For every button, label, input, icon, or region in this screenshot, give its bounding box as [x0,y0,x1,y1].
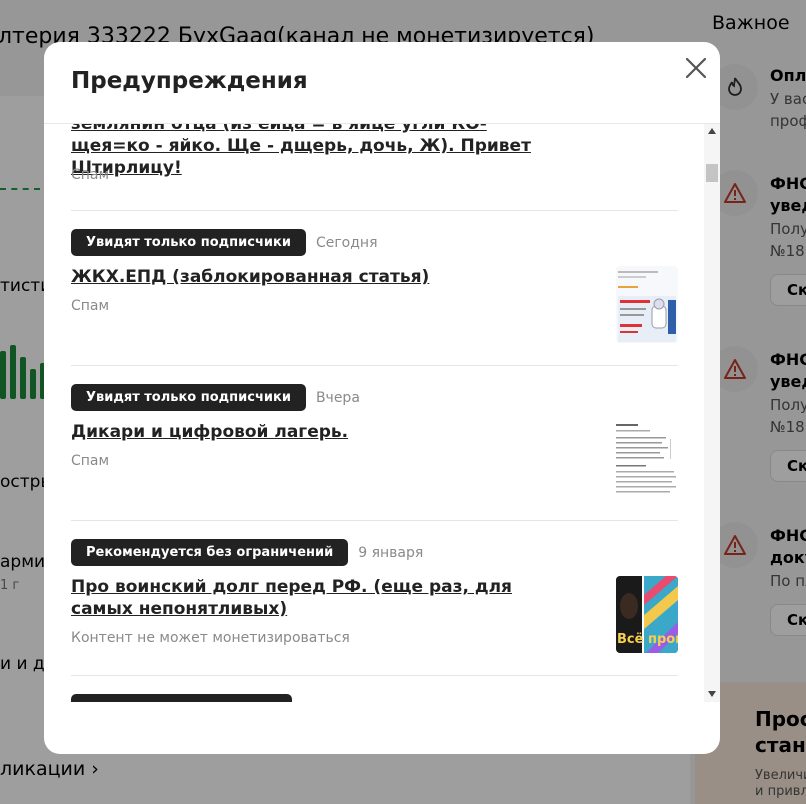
item-title-link[interactable]: ЖКХ.ЕПД (заблокированная статья) [71,266,551,288]
item-status: Спам [71,167,110,183]
scroll-down-icon[interactable] [708,691,716,697]
item-date: 9 января [358,544,424,561]
article-thumbnail[interactable] [616,421,678,498]
modal-title: Предупреждения [71,68,308,94]
item-title-link[interactable]: Про воинский долг перед РФ. (еще раз, дл… [71,576,551,620]
list-item: Увидят только подписчики Сегодня ЖКХ.ЕПД… [71,211,678,366]
item-title-link[interactable]: Дикари и цифровой лагерь. [71,421,551,443]
scrollbar-thumb[interactable] [706,164,718,182]
list-item: Рекомендуется без ограничений 9 января П… [71,521,678,676]
list-item: Увидят только подписчики Вчера Дикари и … [71,366,678,521]
visibility-badge: Увидят только подписчики [71,384,306,411]
scrollbar[interactable] [704,124,720,702]
close-icon[interactable] [682,54,710,82]
visibility-badge [71,694,292,702]
list-item: землянин отца (из ейца = в яйце угли КО-… [71,124,678,211]
item-status: Контент не может монетизироваться [71,630,350,646]
warnings-list[interactable]: землянин отца (из ейца = в яйце угли КО-… [44,124,720,702]
scroll-up-icon[interactable] [708,128,716,134]
thumbnail-caption: Всё прой [617,632,678,647]
visibility-badge: Увидят только подписчики [71,229,306,256]
list-item [71,676,678,702]
item-date: Сегодня [315,234,378,251]
item-status: Спам [71,453,110,469]
item-date: Вчера [315,389,360,406]
item-title-link[interactable]: землянин отца (из ейца = в яйце угли КО-… [71,124,551,179]
visibility-badge: Рекомендуется без ограничений [71,539,349,566]
video-thumbnail[interactable]: Всё прой [616,576,678,653]
item-status: Спам [71,298,110,314]
warnings-modal: Предупреждения землянин отца (из ейца = … [44,42,720,754]
article-thumbnail[interactable] [616,266,678,343]
